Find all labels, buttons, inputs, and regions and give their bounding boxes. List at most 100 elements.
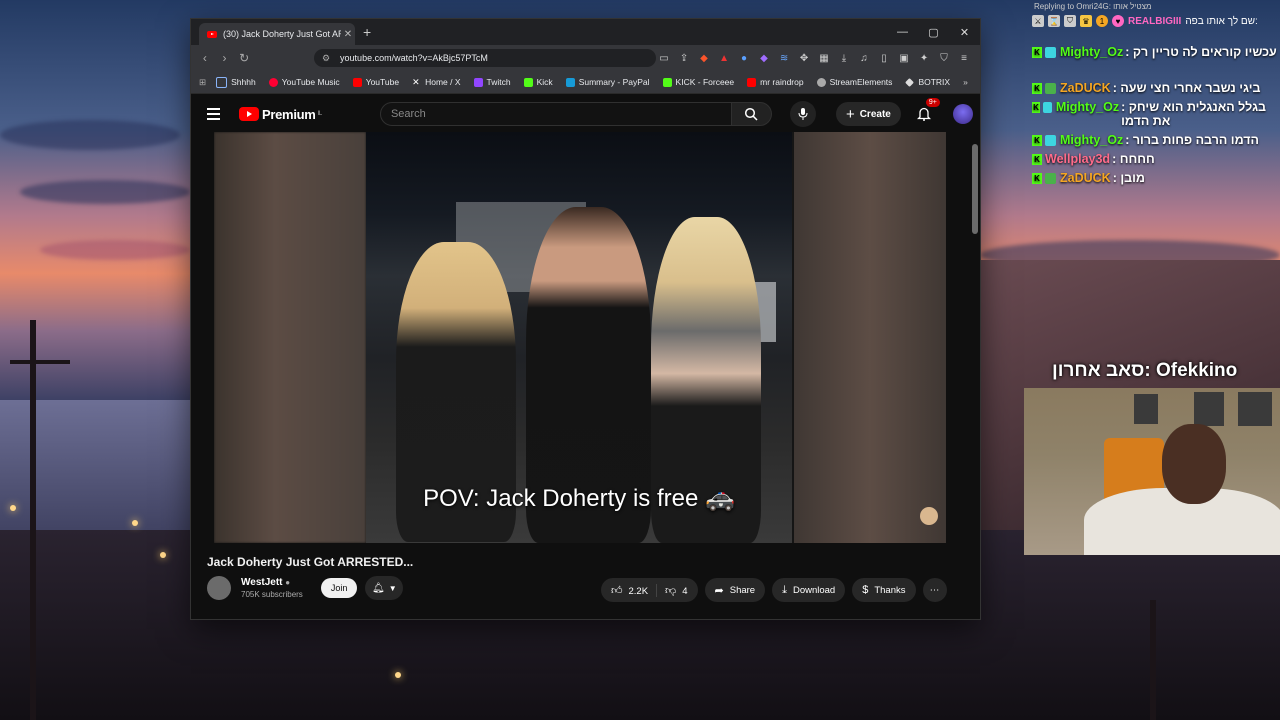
extensions-puzzle-icon[interactable]: ✥ <box>796 50 812 66</box>
chat-username[interactable]: ZaDUCK <box>1060 81 1111 95</box>
video-player[interactable]: POV: Jack Doherty is free 🚓 <box>214 132 946 543</box>
chat-text: : חחחח <box>1112 152 1155 166</box>
thanks-button[interactable]: $ Thanks <box>852 578 916 602</box>
avatar[interactable] <box>952 104 973 124</box>
kick-icon <box>523 77 533 87</box>
bookmark-item[interactable]: YouTube Music <box>268 77 340 87</box>
scrollbar[interactable] <box>972 144 978 234</box>
sub-badge-icon <box>1045 47 1056 58</box>
cast-icon[interactable]: ▭ <box>656 50 672 66</box>
share-button[interactable]: ➦ Share <box>704 578 766 602</box>
brave-shield-icon[interactable]: ◆ <box>696 50 712 66</box>
address-bar[interactable]: ⚙ youtube.com/watch?v=AkBjc57PTcM <box>313 49 657 67</box>
chat-username[interactable]: Mighty_Oz <box>1060 133 1123 147</box>
voice-search-button[interactable] <box>789 101 816 127</box>
extension-blue-icon[interactable]: ● <box>736 50 752 66</box>
extension-purple-icon[interactable]: ◆ <box>756 50 772 66</box>
forward-icon[interactable]: › <box>215 51 235 65</box>
chat-username[interactable]: REALBIGIII <box>1128 16 1181 27</box>
chevron-down-icon: ▼ <box>388 583 397 593</box>
botrix-icon <box>905 77 915 87</box>
microphone-icon <box>798 108 808 120</box>
channel-name[interactable]: WestJett ● <box>241 577 303 588</box>
subscription-bell-button[interactable]: 🔔︎ ▼ <box>365 576 404 600</box>
cloud <box>20 180 190 204</box>
browser-menu-icon[interactable]: ≡ <box>956 50 972 66</box>
search-button[interactable] <box>731 102 772 126</box>
video-frame: POV: Jack Doherty is free 🚓 <box>366 132 792 543</box>
bookmark-item[interactable]: StreamElements <box>816 77 892 87</box>
minimize-icon[interactable]: — <box>887 19 918 45</box>
apps-grid-icon[interactable]: ⊞ <box>199 77 206 88</box>
utility-pole <box>1150 600 1156 720</box>
blurred-side-right <box>794 132 946 543</box>
dislike-button[interactable]: 👎︎ 4 <box>665 584 687 597</box>
channel-avatar[interactable] <box>207 576 231 600</box>
hourglass-icon: ⌛ <box>1048 15 1060 27</box>
emoji-sticker-icon <box>920 507 938 525</box>
kick-badge-icon: K <box>1032 102 1041 113</box>
like-dislike-group: 👍︎ 2.2K 👎︎ 4 <box>601 578 698 602</box>
like-button[interactable]: 👍︎ 2.2K <box>611 583 658 597</box>
kick-icon <box>662 77 672 87</box>
youtube-icon <box>747 77 757 87</box>
download-button[interactable]: ⤓ Download <box>772 578 846 602</box>
site-info-icon[interactable]: ⚙ <box>322 53 330 64</box>
close-icon[interactable]: ✕ <box>949 19 980 45</box>
bookmark-item[interactable]: Kick <box>523 77 553 87</box>
youtube-premium-logo[interactable]: Premium IL <box>239 107 322 122</box>
chat-message: K ZaDUCK : מובן <box>1032 171 1280 185</box>
hamburger-menu-icon[interactable] <box>207 108 227 120</box>
brave-rewards-icon[interactable]: ▲ <box>716 50 732 66</box>
create-button[interactable]: + Create <box>835 102 901 126</box>
media-icon[interactable]: ♫ <box>856 50 872 66</box>
bookmark-item[interactable]: YouTube <box>352 77 399 87</box>
youtube-page: Premium IL Search + Create 9+ POV: Jack … <box>191 94 980 619</box>
kick-badge-icon: K <box>1032 135 1042 146</box>
extension-wave-icon[interactable]: ≋ <box>776 50 792 66</box>
wallet-icon[interactable]: ▣ <box>896 50 912 66</box>
search-input[interactable]: Search <box>379 102 732 126</box>
shield-badge-icon: ⛉ <box>1064 15 1076 27</box>
bookmark-item[interactable]: ✕ Home / X <box>412 77 460 87</box>
chat-message: K Mighty_Oz : עכשיו קוראים לה טריין רק <box>1032 45 1280 59</box>
chat-username[interactable]: Wellplay3d <box>1045 152 1110 166</box>
bookmark-item[interactable]: KICK - Forceee <box>662 77 734 87</box>
reply-context: Replying to Omri24G: מצטיל אותו <box>1034 2 1152 11</box>
channel-row: WestJett ● 705K subscribers Join 🔔︎ ▼ <box>207 576 404 600</box>
sidebar-icon[interactable]: ▯ <box>876 50 892 66</box>
back-icon[interactable]: ‹ <box>195 51 215 65</box>
reload-icon[interactable]: ↻ <box>234 51 254 65</box>
notifications-button[interactable]: 9+ <box>916 98 940 122</box>
browser-tab[interactable]: (30) Jack Doherty Just Got ARRE ✕ <box>199 23 355 45</box>
share-page-icon[interactable]: ⇪ <box>676 50 692 66</box>
plus-icon: + <box>845 105 855 123</box>
tab-search-icon[interactable]: ▦ <box>816 50 832 66</box>
utility-pole <box>30 320 36 720</box>
bookmark-item[interactable]: mr raindrop <box>747 77 804 87</box>
blurred-side-left <box>214 132 366 543</box>
bookmark-item[interactable]: Summary - PayPal <box>565 77 650 87</box>
maximize-icon[interactable]: ▢ <box>918 19 949 45</box>
chat-username[interactable]: ZaDUCK <box>1060 171 1111 185</box>
wall-poster <box>1194 392 1224 426</box>
leo-ai-icon[interactable]: ✦ <box>916 50 932 66</box>
bookmark-item[interactable]: Shhhh <box>216 76 256 88</box>
join-button[interactable]: Join <box>320 578 358 598</box>
chat-message-pinned: ⚔ ⌛ ⛉ ♛ 1 ♥ REALBIGIII שם לך אותו בפה: <box>1032 15 1280 27</box>
verified-icon: ● <box>285 578 291 587</box>
download-icon[interactable]: ⤓ <box>836 50 852 66</box>
bookmark-item[interactable]: Twitch <box>473 77 511 87</box>
chat-message: K ZaDUCK : ביגי נשבר אחרי חצי שעה <box>1032 81 1280 95</box>
bell-icon <box>916 107 931 121</box>
bookmark-item[interactable]: BOTRIX <box>905 77 950 87</box>
tab-close-icon[interactable]: ✕ <box>341 29 355 40</box>
vpn-icon[interactable]: ⛉ <box>936 50 952 66</box>
channel-info: WestJett ● 705K subscribers <box>241 577 303 599</box>
more-actions-icon[interactable]: ⋯ <box>922 578 947 602</box>
chat-username[interactable]: Mighty_Oz <box>1060 45 1123 59</box>
notification-badge: 9+ <box>925 98 940 107</box>
new-tab-button[interactable]: + <box>363 24 371 40</box>
chat-username[interactable]: Mighty_Oz <box>1056 100 1119 114</box>
more-bookmarks-icon[interactable]: » <box>963 77 968 87</box>
